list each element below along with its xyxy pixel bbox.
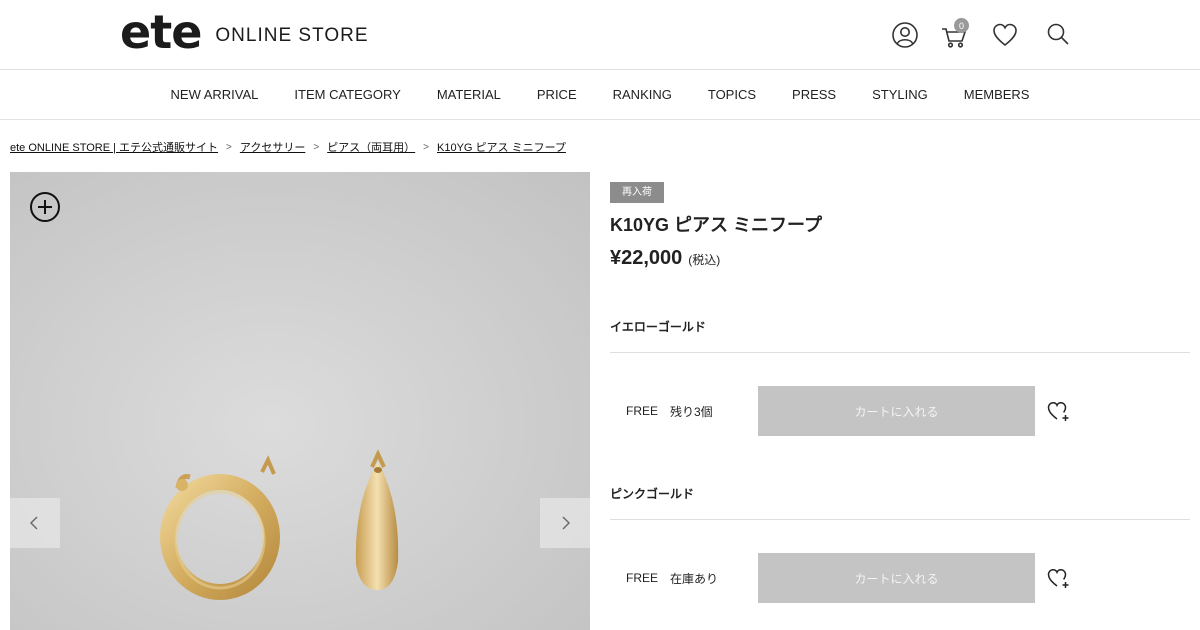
breadcrumb-separator: > (226, 141, 232, 153)
size-label: FREE (626, 571, 659, 585)
divider (610, 519, 1190, 520)
size-label: FREE (626, 404, 659, 418)
breadcrumb-home[interactable]: ete ONLINE STORE | エテ公式通販サイト (10, 139, 218, 155)
nav-item-press[interactable]: PRESS (774, 87, 854, 102)
product-info: 再入荷 K10YG ピアス ミニフープ ¥22,000 (税込) (610, 182, 1190, 270)
breadcrumb-earrings[interactable]: ピアス（両耳用） (327, 139, 415, 155)
favorites-icon[interactable] (988, 18, 1022, 52)
logo-subtitle: ONLINE STORE (215, 25, 369, 46)
variant-pink-gold: ピンクゴールド FREE 在庫あり カートに入れる (610, 485, 1190, 605)
cart-icon[interactable]: 0 (937, 18, 971, 52)
divider (610, 352, 1190, 353)
nav-item-item-category[interactable]: ITEM CATEGORY (276, 87, 418, 102)
cart-count-badge: 0 (954, 18, 969, 33)
nav-item-material[interactable]: MATERIAL (419, 87, 519, 102)
add-favorite-heart-icon[interactable] (1045, 398, 1071, 424)
add-to-cart-button[interactable]: カートに入れる (758, 386, 1035, 436)
breadcrumb-current-product[interactable]: K10YG ピアス ミニフープ (437, 139, 566, 155)
stock-status: 在庫あり (670, 571, 719, 586)
chevron-right-icon (562, 516, 570, 530)
product-image (160, 449, 399, 600)
breadcrumb-accessories[interactable]: アクセサリー (240, 139, 305, 155)
nav-item-styling[interactable]: STYLING (854, 87, 946, 102)
variant-color-name: ピンクゴールド (610, 487, 695, 501)
nav-item-ranking[interactable]: RANKING (595, 87, 690, 102)
main-nav: NEW ARRIVAL ITEM CATEGORY MATERIAL PRICE… (0, 70, 1200, 120)
account-icon[interactable] (888, 18, 922, 52)
breadcrumb-separator: > (313, 141, 320, 153)
nav-item-members[interactable]: MEMBERS (946, 87, 1048, 102)
product-title: K10YG ピアス ミニフープ (610, 215, 822, 235)
logo-mark: ete (120, 5, 202, 59)
size-row: FREE 残り3個 カートに入れる (610, 386, 1190, 436)
nav-item-new-arrival[interactable]: NEW ARRIVAL (153, 87, 277, 102)
variant-yellow-gold: イエローゴールド FREE 残り3個 カートに入れる (610, 318, 1190, 438)
stock-status: 残り3個 (670, 404, 713, 419)
add-favorite-heart-icon[interactable] (1045, 565, 1071, 591)
nav-item-topics[interactable]: TOPICS (690, 87, 774, 102)
previous-image-button[interactable] (10, 498, 60, 548)
store-logo[interactable]: ete ONLINE STORE (120, 8, 369, 56)
tax-label: (税込) (688, 253, 721, 267)
site-header: ete ONLINE STORE 0 (0, 0, 1200, 70)
add-to-cart-button[interactable]: カートに入れる (758, 553, 1035, 603)
zoom-icon[interactable] (29, 191, 61, 223)
size-row: FREE 在庫あり カートに入れる (610, 553, 1190, 603)
search-icon[interactable] (1041, 18, 1075, 52)
product-image-gallery[interactable] (10, 172, 590, 630)
next-image-button[interactable] (540, 498, 590, 548)
breadcrumb-separator: > (423, 141, 430, 153)
restock-badge: 再入荷 (610, 182, 664, 203)
nav-item-price[interactable]: PRICE (519, 87, 595, 102)
breadcrumb: ete ONLINE STORE | エテ公式通販サイト > アクセサリー > … (10, 139, 566, 155)
variant-color-name: イエローゴールド (610, 320, 706, 334)
price-row: ¥22,000 (税込) (610, 247, 1190, 270)
chevron-left-icon (30, 516, 38, 530)
product-price: ¥22,000 (610, 247, 683, 269)
